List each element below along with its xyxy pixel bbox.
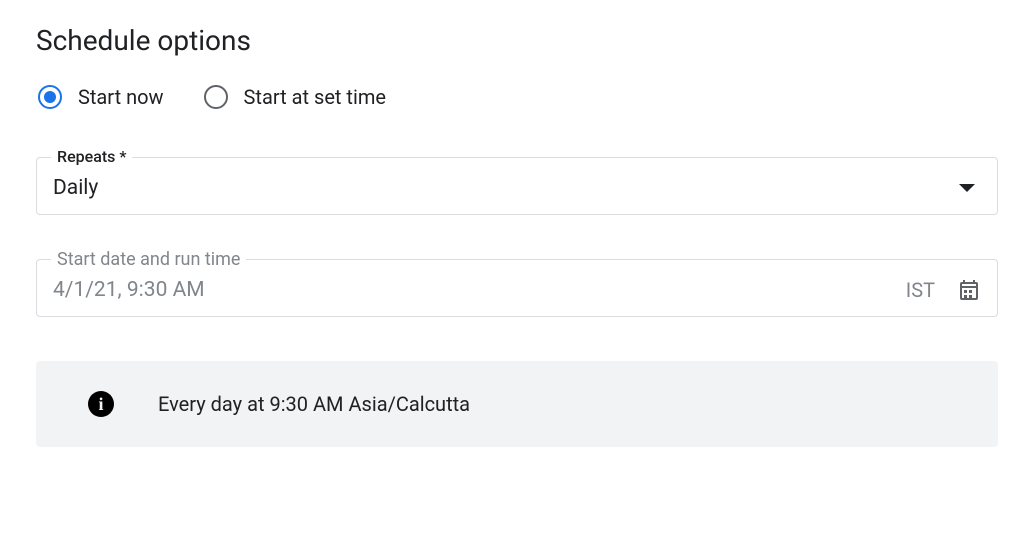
radio-unselected-icon <box>204 85 228 109</box>
radio-start-now[interactable]: Start now <box>38 85 164 109</box>
repeats-value: Daily <box>53 176 98 200</box>
timezone-label: IST <box>906 278 935 302</box>
start-datetime-value: 4/1/21, 9:30 AM <box>53 278 205 302</box>
radio-start-set-time-label: Start at set time <box>244 85 386 109</box>
info-icon: i <box>88 391 114 417</box>
schedule-summary-text: Every day at 9:30 AM Asia/Calcutta <box>158 392 470 416</box>
calendar-icon[interactable] <box>957 278 981 302</box>
section-title: Schedule options <box>36 24 998 57</box>
radio-selected-icon <box>38 85 62 109</box>
chevron-down-icon <box>959 184 975 192</box>
start-mode-radio-group: Start now Start at set time <box>36 85 998 109</box>
schedule-summary-banner: i Every day at 9:30 AM Asia/Calcutta <box>36 361 998 447</box>
repeats-select[interactable]: Repeats * Daily <box>36 157 998 215</box>
start-datetime-field[interactable]: Start date and run time 4/1/21, 9:30 AM … <box>36 259 998 317</box>
radio-start-set-time[interactable]: Start at set time <box>204 85 386 109</box>
radio-start-now-label: Start now <box>78 85 164 109</box>
start-datetime-legend: Start date and run time <box>51 249 246 270</box>
repeats-legend: Repeats * <box>51 147 132 166</box>
